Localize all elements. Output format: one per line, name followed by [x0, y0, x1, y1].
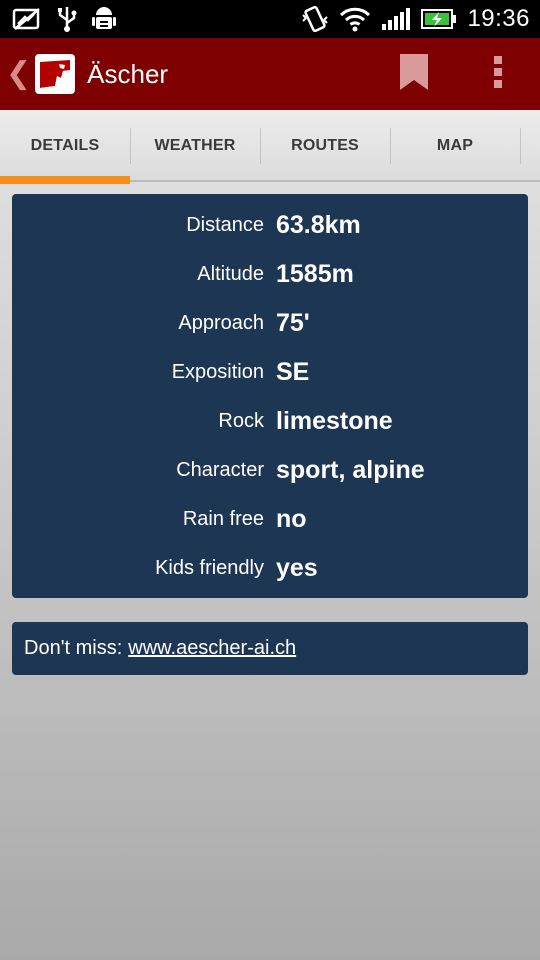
details-card: Distance 63.8km Altitude 1585m Approach …	[12, 194, 528, 598]
signal-icon	[381, 6, 411, 32]
usb-icon	[56, 5, 78, 33]
dont-miss-label: Don't miss:	[24, 637, 123, 659]
vibrate-icon	[301, 5, 329, 33]
detail-label: Exposition	[171, 361, 264, 383]
tab-bar: DETAILS WEATHER ROUTES MAP	[0, 110, 540, 184]
screenshot-icon	[12, 7, 42, 31]
detail-label: Character	[176, 459, 264, 481]
detail-row-altitude: Altitude 1585m	[12, 250, 528, 299]
status-system: 19:36	[301, 5, 540, 33]
status-bar: 19:36	[0, 0, 540, 38]
detail-value: 1585m	[276, 260, 354, 288]
up-navigation-button[interactable]: ❮ Äscher	[0, 38, 168, 110]
detail-value: 63.8km	[276, 211, 361, 239]
detail-label: Kids friendly	[155, 557, 264, 579]
detail-row-approach: Approach 75'	[12, 299, 528, 348]
app-bar: ❮ Äscher	[0, 38, 540, 110]
detail-value: no	[276, 505, 307, 533]
bookmark-icon	[399, 53, 429, 96]
detail-label: Distance	[186, 214, 264, 236]
detail-row-rock: Rock limestone	[12, 397, 528, 446]
detail-label: Approach	[178, 312, 264, 334]
detail-value: 75'	[276, 309, 310, 337]
tab-map[interactable]: MAP	[390, 110, 520, 182]
detail-label: Rain free	[182, 508, 264, 530]
tab-routes[interactable]: ROUTES	[260, 110, 390, 182]
overflow-menu-button[interactable]	[474, 38, 522, 110]
detail-value: limestone	[276, 407, 393, 435]
android-debug-icon	[92, 5, 116, 33]
detail-value: SE	[276, 358, 310, 386]
tab-weather[interactable]: WEATHER	[130, 110, 260, 182]
back-chevron-icon: ❮	[6, 57, 32, 90]
detail-row-distance: Distance 63.8km	[12, 201, 528, 250]
dont-miss-card: Don't miss: www.aescher-ai.ch	[12, 622, 528, 675]
overflow-menu-icon	[493, 55, 503, 94]
battery-charging-icon	[421, 8, 457, 30]
detail-label: Rock	[218, 410, 264, 432]
app-title: Äscher	[87, 58, 169, 89]
app-logo-icon	[35, 54, 76, 94]
status-notifications	[0, 5, 116, 33]
detail-row-exposition: Exposition SE	[12, 348, 528, 397]
detail-row-character: Character sport, alpine	[12, 446, 528, 495]
tab-divider	[520, 128, 521, 164]
detail-label: Altitude	[197, 263, 264, 285]
detail-value: yes	[276, 554, 318, 582]
bookmark-button[interactable]	[388, 38, 440, 110]
detail-value: sport, alpine	[276, 456, 425, 484]
detail-row-kids-friendly: Kids friendly yes	[12, 544, 528, 593]
detail-row-rain-free: Rain free no	[12, 495, 528, 544]
wifi-icon	[339, 6, 371, 32]
tab-details[interactable]: DETAILS	[0, 110, 130, 184]
website-link[interactable]: www.aescher-ai.ch	[128, 637, 296, 660]
status-clock: 19:36	[467, 5, 530, 32]
